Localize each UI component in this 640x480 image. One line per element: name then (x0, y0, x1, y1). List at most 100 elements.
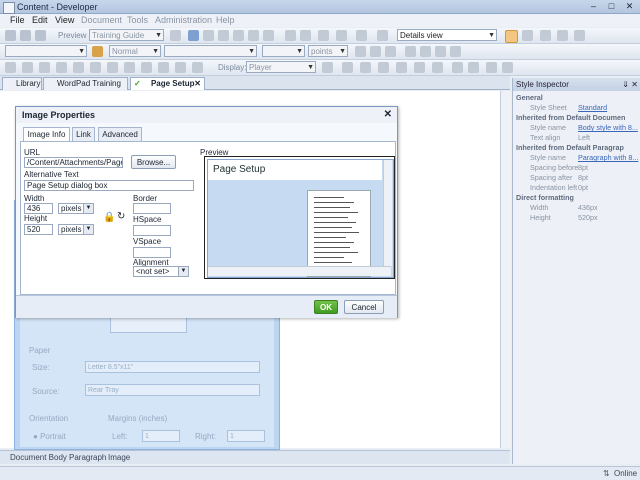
align-left-icon[interactable] (405, 46, 416, 57)
bold-icon[interactable] (355, 46, 366, 57)
image-icon[interactable] (90, 62, 101, 73)
menu-help[interactable]: Help (216, 15, 235, 25)
text-a-icon[interactable] (360, 62, 371, 73)
height-unit-select[interactable]: pixels ▼ (58, 224, 94, 235)
replace-icon[interactable] (300, 30, 311, 41)
width-unit-select[interactable]: pixels ▼ (58, 203, 94, 214)
vspace-input[interactable] (133, 247, 171, 258)
align-right-icon[interactable] (435, 46, 446, 57)
menu-administration[interactable]: Administration (155, 15, 212, 25)
height-input[interactable]: 520 (24, 224, 53, 235)
navigate-icon[interactable] (540, 30, 551, 41)
layout-icon[interactable] (170, 30, 181, 41)
document-vertical-scrollbar[interactable] (500, 91, 511, 448)
body-style-link[interactable]: Body style with 8... (578, 123, 638, 133)
tab-library[interactable]: Library (2, 77, 42, 90)
display-combo[interactable]: Player ▼ (246, 61, 316, 73)
merge-icon[interactable] (56, 62, 67, 73)
tab-link[interactable]: Link (72, 127, 95, 141)
underline-icon[interactable] (385, 46, 396, 57)
tab-page-setup[interactable]: ✓ Page Setup ✕ (130, 77, 205, 90)
font-color-icon[interactable] (342, 62, 353, 73)
alt-text-input[interactable]: Page Setup dialog box (24, 180, 194, 191)
path-document-body[interactable]: Document Body (10, 453, 67, 462)
insert-col-icon[interactable] (39, 62, 50, 73)
table-icon[interactable] (5, 62, 16, 73)
border-input[interactable] (133, 203, 171, 214)
format-icon[interactable] (356, 30, 367, 41)
note-icon[interactable] (158, 62, 169, 73)
cancel-button[interactable]: Cancel (344, 300, 384, 314)
maximize-button[interactable]: □ (603, 1, 620, 13)
indent-icon[interactable] (502, 62, 513, 73)
italic-icon[interactable] (370, 46, 381, 57)
reset-size-icon[interactable]: ↻ (117, 211, 125, 222)
paragraph-style-link[interactable]: Paragraph with 8... (578, 153, 638, 163)
eraser-icon[interactable] (414, 62, 425, 73)
split-icon[interactable] (73, 62, 84, 73)
menu-edit[interactable]: Edit (32, 15, 48, 25)
help-icon[interactable] (377, 30, 388, 41)
paragraph-combo[interactable]: ▼ (164, 45, 257, 57)
path-paragraph[interactable]: Paragraph (69, 453, 106, 462)
subscript-icon[interactable] (378, 62, 389, 73)
redo-icon[interactable] (263, 30, 274, 41)
spell-check-icon[interactable] (318, 30, 329, 41)
cut-icon[interactable] (188, 30, 199, 41)
align-center-icon[interactable] (420, 46, 431, 57)
undo-icon[interactable] (248, 30, 259, 41)
style-combo[interactable]: Normal ▼ (109, 45, 161, 57)
outdent-icon[interactable] (486, 62, 497, 73)
paste-icon[interactable] (218, 30, 229, 41)
pen-icon[interactable] (432, 62, 443, 73)
copy-icon[interactable] (203, 30, 214, 41)
pane-layout-icon[interactable] (505, 30, 518, 43)
open-icon[interactable] (20, 30, 31, 41)
insert-row-icon[interactable] (22, 62, 33, 73)
font-combo[interactable]: ▼ (5, 45, 87, 57)
minimize-button[interactable]: – (585, 1, 602, 13)
tab-advanced[interactable]: Advanced (98, 127, 142, 141)
tab-image-info[interactable]: Image Info (23, 127, 70, 142)
size-combo[interactable]: ▼ (262, 45, 305, 57)
menu-file[interactable]: File (10, 15, 25, 25)
flash-icon[interactable] (141, 62, 152, 73)
preview-vertical-scrollbar[interactable] (383, 160, 392, 266)
preview-horizontal-scrollbar[interactable] (208, 266, 391, 276)
brush-icon[interactable] (92, 46, 103, 57)
style-sheet-link[interactable]: Standard (578, 103, 607, 113)
bullet-list-icon[interactable] (468, 62, 479, 73)
menu-view[interactable]: View (55, 15, 74, 25)
unit-combo[interactable]: points ▼ (308, 45, 348, 57)
find-icon[interactable] (285, 30, 296, 41)
lock-ratio-icon[interactable]: 🔒 (103, 212, 115, 223)
split-view-icon[interactable] (522, 30, 533, 41)
url-input[interactable]: /Content/Attachments/Page S (24, 157, 123, 168)
alignment-select[interactable]: <not set> ▼ (133, 266, 189, 277)
justify-icon[interactable] (450, 46, 461, 57)
publish-icon[interactable] (557, 30, 568, 41)
superscript-icon[interactable] (396, 62, 407, 73)
special-char-icon[interactable] (175, 62, 186, 73)
numbered-list-icon[interactable] (452, 62, 463, 73)
new-icon[interactable] (5, 30, 16, 41)
browse-button[interactable]: Browse... (131, 155, 176, 169)
save-icon[interactable] (35, 30, 46, 41)
inspector-section-inherited-paragraph[interactable]: Inherited from Default Paragrap (513, 143, 640, 153)
inspector-close-icon[interactable]: ✕ (631, 78, 638, 91)
path-image[interactable]: Image (108, 453, 130, 462)
preview-button[interactable]: Preview (58, 31, 86, 40)
close-tab-icon[interactable]: ✕ (194, 78, 201, 90)
view-combo[interactable]: Details view ▼ (397, 29, 497, 41)
dialog-close-icon[interactable]: ✕ (384, 109, 392, 120)
inspector-section-direct[interactable]: Direct formatting (513, 193, 640, 203)
guide-combo[interactable]: Training Guide ▼ (89, 29, 164, 41)
link-icon[interactable] (336, 30, 347, 41)
tab-wordpad-training[interactable]: WordPad Training (43, 77, 128, 90)
width-input[interactable]: 436 (24, 203, 53, 214)
ok-button[interactable]: OK (314, 300, 338, 314)
close-window-button[interactable]: ✕ (621, 1, 638, 13)
menu-tools[interactable]: Tools (127, 15, 148, 25)
audio-icon[interactable] (124, 62, 135, 73)
symbol-icon[interactable] (192, 62, 203, 73)
